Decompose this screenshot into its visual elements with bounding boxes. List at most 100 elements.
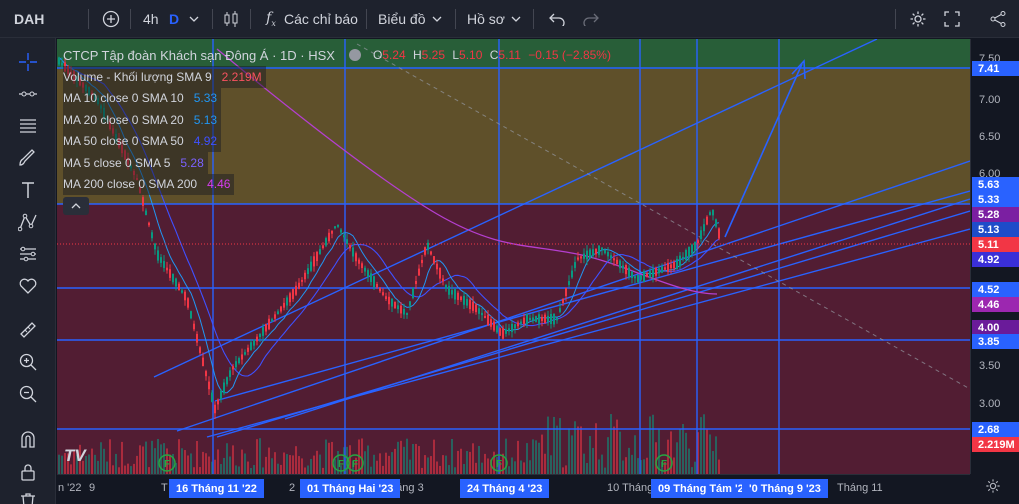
magnet-icon[interactable] xyxy=(16,428,40,452)
indicator-row[interactable]: MA 10 close 0 SMA 10 5.33 xyxy=(63,87,222,109)
candle-body xyxy=(304,272,306,280)
candle-body xyxy=(577,257,579,260)
candle-body xyxy=(460,296,462,301)
candle-body xyxy=(214,404,216,414)
price-badge[interactable]: 7.41 xyxy=(972,61,1019,76)
zoom-in-icon[interactable] xyxy=(16,350,40,374)
candle-body xyxy=(676,258,678,270)
share-icon[interactable] xyxy=(986,7,1010,31)
price-badge[interactable]: 5.13 xyxy=(972,222,1019,237)
text-tool-icon[interactable] xyxy=(16,178,40,202)
candle-body xyxy=(595,248,597,255)
prediction-icon[interactable] xyxy=(16,242,40,266)
price-badge[interactable]: 5.11 xyxy=(972,237,1019,252)
redo-icon[interactable] xyxy=(579,7,603,31)
trend-line-icon[interactable] xyxy=(16,82,40,106)
interval-flag[interactable]: D xyxy=(169,0,179,38)
price-badge[interactable]: 2.68 xyxy=(972,422,1019,437)
volume-bar xyxy=(520,460,522,474)
undo-icon[interactable] xyxy=(545,7,569,31)
bar-style-icon[interactable] xyxy=(219,7,243,31)
volume-bar xyxy=(370,466,372,474)
price-badge[interactable]: 2.219M xyxy=(972,437,1019,452)
fullscreen-icon[interactable] xyxy=(940,7,964,31)
indicator-row[interactable]: MA 50 close 0 SMA 50 4.92 xyxy=(63,130,222,152)
profile-button[interactable]: Hồ sơ xyxy=(467,0,505,38)
time-tick-label: 10 Tháng xyxy=(607,482,654,494)
time-badge[interactable]: 09 Tháng Tám '23 xyxy=(651,479,757,498)
interval-button[interactable]: 4h xyxy=(143,0,159,38)
toolbar-divider xyxy=(88,9,89,29)
candle-body xyxy=(562,299,564,303)
legend-title: CTCP Tập đoàn Khách sạn Đông Á · 1D · HS… xyxy=(63,47,335,63)
price-badge[interactable]: 5.33 xyxy=(972,192,1019,207)
visibility-toggle-icon[interactable] xyxy=(348,49,361,61)
volume-bar xyxy=(88,454,90,474)
chevron-down-icon[interactable] xyxy=(182,7,206,31)
ohlc-values: O5.24 H5.25 L5.10 C5.11 −0.15 (−2.85%) xyxy=(372,48,611,62)
tradingview-logo-icon[interactable]: TV xyxy=(64,446,86,466)
chevron-down-icon[interactable] xyxy=(504,7,528,31)
candle-body xyxy=(421,259,423,264)
indicator-row[interactable]: MA 5 close 0 SMA 5 5.28 xyxy=(63,152,208,174)
price-badge[interactable]: 4.52 xyxy=(972,282,1019,297)
time-badge[interactable]: 01 Tháng Hai '23 xyxy=(300,479,401,498)
price-axis[interactable]: 7.50 7.00 6.50 6.00 3.50 3.00 7.41 5.63 5.33 5.2… xyxy=(970,39,1019,474)
candle-body xyxy=(709,212,711,216)
drawing-toolbar xyxy=(0,38,56,504)
price-badge[interactable]: 4.92 xyxy=(972,252,1019,267)
price-badge[interactable]: 4.00 xyxy=(972,320,1019,335)
candle-body xyxy=(235,361,237,368)
price-badge[interactable]: 5.28 xyxy=(972,207,1019,222)
fx-icon[interactable]: fx xyxy=(259,7,283,31)
candle-body xyxy=(166,267,168,271)
candle-body xyxy=(262,327,264,336)
crosshair-icon[interactable] xyxy=(16,50,40,74)
volume-bar xyxy=(58,454,60,474)
chart-type-button[interactable]: Biểu đồ xyxy=(378,0,425,38)
zoom-out-icon[interactable] xyxy=(16,382,40,406)
volume-bar xyxy=(187,455,189,474)
heart-icon[interactable] xyxy=(16,274,40,298)
price-badge[interactable]: 4.46 xyxy=(972,297,1019,312)
trash-icon[interactable] xyxy=(16,488,40,504)
volume-bar xyxy=(157,438,159,474)
indicator-row[interactable]: MA 20 close 0 SMA 20 5.13 xyxy=(63,109,222,131)
candle-body xyxy=(286,297,288,306)
brush-icon[interactable] xyxy=(16,146,40,170)
time-badge[interactable]: 16 Tháng 11 '22 xyxy=(169,479,264,498)
lock-icon[interactable] xyxy=(16,460,40,484)
price-badge[interactable]: 3.85 xyxy=(972,334,1019,349)
indicators-button[interactable]: Các chỉ báo xyxy=(284,0,358,38)
volume-bar xyxy=(529,460,531,474)
toolbar-divider xyxy=(130,9,131,29)
chevron-down-icon[interactable] xyxy=(425,7,449,31)
time-axis[interactable]: n '22 9 T 2 tháng 3 10 Tháng Tháng 11 16 Tháng… xyxy=(57,474,970,504)
ruler-icon[interactable] xyxy=(16,318,40,342)
fib-retracement-icon[interactable] xyxy=(16,114,40,138)
candle-body xyxy=(292,289,294,299)
candle-body xyxy=(718,228,720,239)
symbol-name[interactable]: DAH xyxy=(14,11,44,27)
indicator-row[interactable]: Volume - Khối lượng SMA 9 2.219M xyxy=(63,66,266,88)
volume-bar xyxy=(214,459,216,474)
settings-icon[interactable] xyxy=(906,7,930,31)
time-badge[interactable]: '0 Tháng 9 '23 xyxy=(742,479,828,498)
volume-bar xyxy=(514,461,516,474)
indicator-row[interactable]: MA 200 close 0 SMA 200 4.46 xyxy=(63,173,235,195)
add-symbol-icon[interactable] xyxy=(99,7,123,31)
candle-body xyxy=(475,304,477,313)
settings-icon[interactable] xyxy=(985,478,1001,499)
legend-collapse-button[interactable] xyxy=(63,197,89,215)
pattern-icon[interactable] xyxy=(16,210,40,234)
candle-body xyxy=(667,262,669,272)
candle-body xyxy=(457,292,459,300)
volume-bar xyxy=(466,451,468,474)
legend-title-row[interactable]: CTCP Tập đoàn Khách sạn Đông Á · 1D · HS… xyxy=(63,44,615,66)
indicator-value: 5.13 xyxy=(193,112,218,127)
candle-body xyxy=(268,318,270,330)
candle-body xyxy=(376,283,378,288)
price-badge[interactable]: 5.63 xyxy=(972,177,1019,192)
volume-bar xyxy=(598,459,600,474)
time-badge[interactable]: 24 Tháng 4 '23 xyxy=(460,479,550,498)
